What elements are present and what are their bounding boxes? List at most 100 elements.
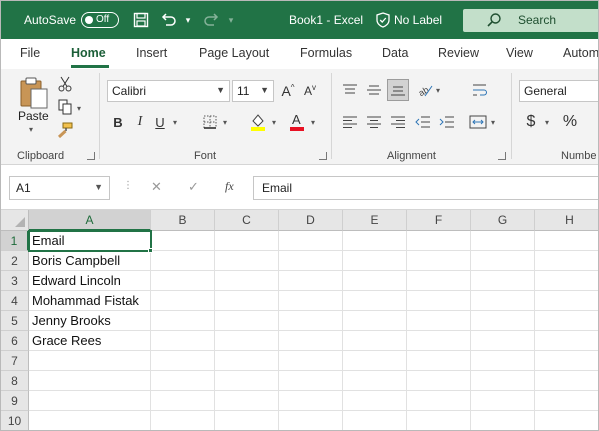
column-header-c[interactable]: C [215, 210, 279, 231]
wrap-text-icon[interactable] [469, 79, 491, 101]
font-name-combo[interactable]: Calibri ▼ [107, 80, 230, 102]
row-header-5[interactable]: 5 [1, 311, 29, 331]
column-header-g[interactable]: G [471, 210, 535, 231]
undo-icon[interactable] [159, 10, 179, 30]
cell-b2[interactable] [151, 251, 215, 271]
fill-color-dropdown-icon[interactable]: ▾ [272, 118, 276, 127]
cell-a7[interactable] [29, 351, 151, 371]
currency-button[interactable]: $ [523, 111, 539, 133]
autosave-toggle[interactable]: Off [81, 12, 119, 28]
row-header-9[interactable]: 9 [1, 391, 29, 411]
cell-c7[interactable] [215, 351, 279, 371]
tab-data[interactable]: Data [382, 46, 408, 60]
cell-h3[interactable] [535, 271, 598, 291]
cell-d3[interactable] [279, 271, 343, 291]
save-icon[interactable] [131, 10, 151, 30]
row-header-4[interactable]: 4 [1, 291, 29, 311]
cell-a1[interactable]: Email [29, 231, 151, 251]
number-format-combo[interactable]: General [519, 80, 598, 102]
cell-b9[interactable] [151, 391, 215, 411]
italic-button[interactable]: I [132, 112, 148, 132]
cell-h9[interactable] [535, 391, 598, 411]
cell-h10[interactable] [535, 411, 598, 430]
cell-c8[interactable] [215, 371, 279, 391]
column-header-e[interactable]: E [343, 210, 407, 231]
column-header-b[interactable]: B [151, 210, 215, 231]
cell-c5[interactable] [215, 311, 279, 331]
search-box[interactable]: Search [463, 9, 598, 32]
cell-a8[interactable] [29, 371, 151, 391]
copy-icon[interactable] [55, 98, 75, 116]
cell-d10[interactable] [279, 411, 343, 430]
cell-a6[interactable]: Grace Rees [29, 331, 151, 351]
cell-g8[interactable] [471, 371, 535, 391]
bottom-align-icon[interactable] [387, 79, 409, 101]
tab-file[interactable]: File [20, 46, 40, 60]
cell-f7[interactable] [407, 351, 471, 371]
select-all-button[interactable] [1, 210, 29, 231]
shield-icon[interactable] [373, 10, 393, 30]
cell-b1[interactable] [151, 231, 215, 251]
cell-e10[interactable] [343, 411, 407, 430]
insert-function-icon[interactable]: fx [225, 179, 234, 194]
cell-g2[interactable] [471, 251, 535, 271]
cell-b5[interactable] [151, 311, 215, 331]
font-color-dropdown-icon[interactable]: ▾ [311, 118, 315, 127]
cell-f8[interactable] [407, 371, 471, 391]
undo-dropdown-icon[interactable]: ▾ [178, 10, 198, 30]
name-box[interactable]: A1 ▼ [9, 176, 110, 200]
cell-b3[interactable] [151, 271, 215, 291]
cell-e5[interactable] [343, 311, 407, 331]
cell-g3[interactable] [471, 271, 535, 291]
cell-b8[interactable] [151, 371, 215, 391]
orientation-icon[interactable]: ab [414, 79, 436, 101]
tab-formulas[interactable]: Formulas [300, 46, 352, 60]
borders-icon[interactable] [200, 112, 220, 132]
worksheet-grid[interactable]: A B C D E F G H 1 Email 2 Boris Campbell 3 Edward Lin… [1, 210, 598, 430]
align-left-icon[interactable] [339, 111, 361, 133]
cell-a9[interactable] [29, 391, 151, 411]
cell-e7[interactable] [343, 351, 407, 371]
cell-c6[interactable] [215, 331, 279, 351]
cell-d2[interactable] [279, 251, 343, 271]
cell-g1[interactable] [471, 231, 535, 251]
sensitivity-label[interactable]: No Label [394, 13, 442, 27]
cell-d6[interactable] [279, 331, 343, 351]
cell-f5[interactable] [407, 311, 471, 331]
row-header-8[interactable]: 8 [1, 371, 29, 391]
underline-dropdown-icon[interactable]: ▾ [173, 118, 177, 127]
align-right-icon[interactable] [387, 111, 409, 133]
enter-icon[interactable]: ✓ [188, 179, 199, 195]
cell-g5[interactable] [471, 311, 535, 331]
borders-dropdown-icon[interactable]: ▾ [223, 118, 227, 127]
tab-review[interactable]: Review [438, 46, 479, 60]
currency-dropdown-icon[interactable]: ▾ [545, 118, 549, 127]
increase-indent-icon[interactable] [436, 111, 458, 133]
cell-f10[interactable] [407, 411, 471, 430]
paste-icon[interactable] [15, 75, 53, 111]
paste-label[interactable]: Paste [18, 109, 49, 123]
format-painter-icon[interactable] [55, 121, 75, 139]
tab-home[interactable]: Home [71, 46, 106, 60]
top-align-icon[interactable] [339, 79, 361, 101]
bold-button[interactable]: B [110, 112, 126, 132]
cell-b10[interactable] [151, 411, 215, 430]
cancel-icon[interactable]: ✕ [151, 179, 162, 195]
cell-d5[interactable] [279, 311, 343, 331]
column-header-d[interactable]: D [279, 210, 343, 231]
tab-view[interactable]: View [506, 46, 533, 60]
row-header-7[interactable]: 7 [1, 351, 29, 371]
percent-button[interactable]: % [561, 111, 579, 133]
cell-c4[interactable] [215, 291, 279, 311]
tab-page-layout[interactable]: Page Layout [199, 46, 269, 60]
cell-d9[interactable] [279, 391, 343, 411]
middle-align-icon[interactable] [363, 79, 385, 101]
cell-c3[interactable] [215, 271, 279, 291]
cell-d4[interactable] [279, 291, 343, 311]
cell-a5[interactable]: Jenny Brooks [29, 311, 151, 331]
fill-color-icon[interactable] [247, 111, 269, 133]
cell-h8[interactable] [535, 371, 598, 391]
row-header-6[interactable]: 6 [1, 331, 29, 351]
cell-f1[interactable] [407, 231, 471, 251]
cell-b6[interactable] [151, 331, 215, 351]
